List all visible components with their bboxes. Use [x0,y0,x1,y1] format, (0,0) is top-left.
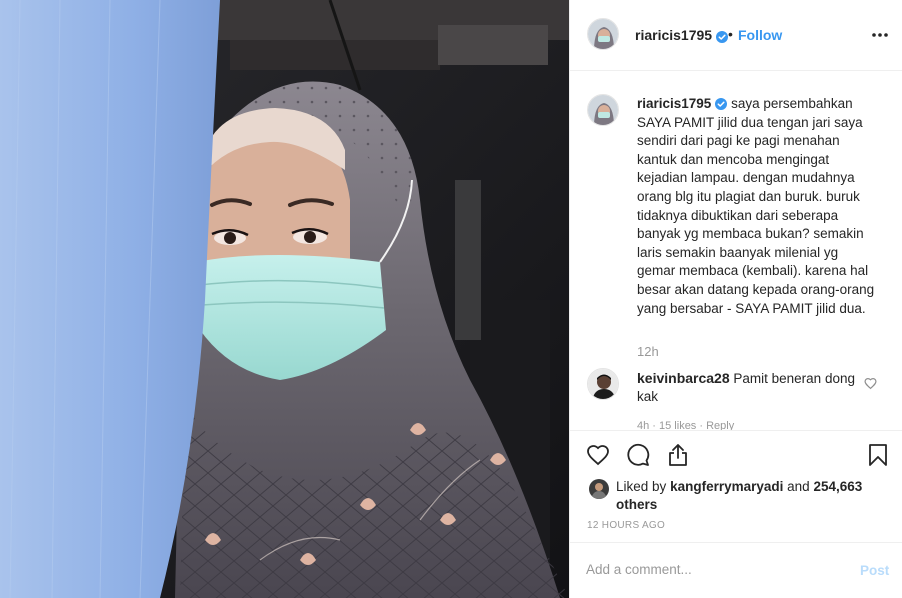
post-side-panel: riaricis1795 • Follow riaricis1795 saya … [569,0,902,598]
header-separator: • [728,26,733,42]
post-timestamp[interactable]: 12 HOURS AGO [587,520,665,531]
likes-and: and [787,479,810,494]
bookmark-icon[interactable] [866,443,890,467]
verified-badge-icon [712,28,728,46]
post-header: riaricis1795 • Follow [570,0,902,71]
add-comment-bar: Post [570,542,902,598]
share-icon[interactable] [666,443,690,467]
comment-meta: 4h · 15 likes · Reply [637,420,735,430]
comment-icon[interactable] [626,443,650,467]
comment-like-icon[interactable] [864,377,877,390]
caption-author-avatar[interactable] [587,94,619,126]
author-username[interactable]: riaricis1795 [635,27,712,43]
likes-user[interactable]: kangferrymaryadi [670,479,783,494]
post-actions: Liked by kangferrymaryadi and 254,663 ot… [570,430,902,542]
add-comment-input[interactable] [586,562,846,577]
comment-item: keivinbarca28 Pamit beneran dong kak [637,369,857,406]
more-options-icon[interactable] [870,25,890,45]
heart-icon[interactable] [586,443,610,467]
post-caption: riaricis1795 saya persembahkan SAYA PAMI… [637,95,877,318]
caption-text: saya persembahkan SAYA PAMIT jilid dua t… [637,96,875,316]
likes-summary: Liked by kangferrymaryadi and 254,663 ot… [616,478,886,514]
likes-prefix: Liked by [616,479,667,494]
follow-button[interactable]: Follow [738,27,782,43]
comments-list[interactable]: riaricis1795 saya persembahkan SAYA PAMI… [570,72,902,430]
comment-username[interactable]: keivinbarca28 [637,370,730,386]
caption-time[interactable]: 12h [637,344,659,359]
post-comment-button[interactable]: Post [860,563,889,578]
author-avatar[interactable] [587,18,619,50]
post-photo[interactable] [0,0,569,598]
photo-image [0,0,569,598]
verified-badge-icon [715,98,728,111]
caption-username[interactable]: riaricis1795 [637,96,711,111]
commenter-avatar[interactable] [587,368,619,400]
liker-avatar[interactable] [589,479,609,499]
